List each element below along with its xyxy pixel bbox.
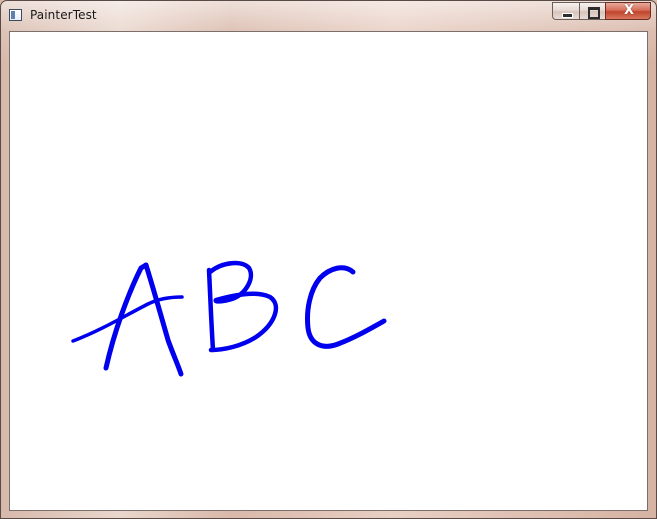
close-icon: X xyxy=(623,3,635,18)
app-window-icon[interactable] xyxy=(9,9,22,21)
handwritten-letter-a xyxy=(71,262,184,377)
maximize-button[interactable] xyxy=(579,2,605,20)
minimize-icon xyxy=(562,13,573,18)
handwritten-letter-b xyxy=(206,260,279,353)
letter-b-spine xyxy=(206,267,216,353)
drawing-surface[interactable] xyxy=(10,32,647,510)
letter-b-bowls xyxy=(207,260,279,353)
close-button[interactable]: X xyxy=(605,2,651,20)
handwritten-letter-c xyxy=(305,265,387,349)
minimize-button[interactable] xyxy=(552,2,579,20)
window-title: PainterTest xyxy=(30,8,97,22)
maximize-icon xyxy=(588,7,600,19)
title-bar[interactable]: PainterTest X xyxy=(1,1,656,31)
letter-a-right-stroke xyxy=(143,262,184,377)
letter-c-curve xyxy=(305,265,387,349)
drawing-canvas[interactable] xyxy=(9,31,648,511)
painter-test-window: PainterTest X xyxy=(0,0,657,519)
caption-buttons: X xyxy=(552,2,651,21)
